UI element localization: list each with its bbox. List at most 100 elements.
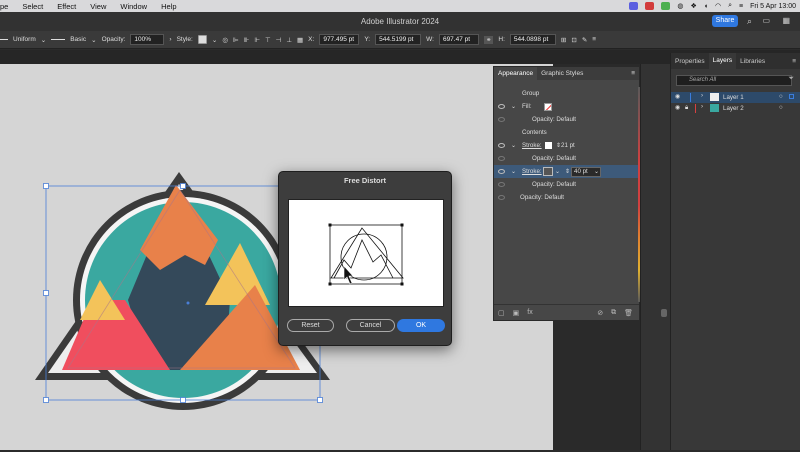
align-right-icon[interactable]: ⊩ (254, 36, 260, 44)
group-opacity[interactable]: Opacity: Default (520, 194, 564, 201)
menu-help[interactable]: Help (154, 2, 183, 11)
add-stroke-icon[interactable]: ▢ (498, 309, 505, 317)
clear-appearance-icon[interactable]: ⊘ (597, 309, 603, 317)
panel-scrollbar[interactable] (638, 87, 640, 302)
selected-indicator[interactable] (789, 94, 794, 99)
stroke-label[interactable]: Stroke: (522, 142, 542, 149)
recolor-icon[interactable]: ◎ (222, 36, 228, 44)
panel-menu-icon[interactable]: ≡ (627, 70, 639, 77)
search-icon[interactable]: ⌕ (728, 2, 732, 10)
arrange-icon[interactable]: ▭ (762, 16, 770, 25)
stroke-weight-1[interactable]: 21 pt (561, 142, 575, 149)
search-icon[interactable]: ⌕ (747, 16, 752, 27)
target-icon[interactable]: ○ (779, 93, 783, 100)
chevron-down-icon[interactable]: ⌄ (594, 168, 599, 175)
fill-row[interactable]: ⌄ Fill: (494, 100, 639, 113)
chevron-down-icon[interactable]: ⌄ (91, 36, 96, 44)
dock-scroll-handle[interactable] (661, 309, 667, 317)
menu-app[interactable]: pe (0, 2, 15, 11)
tab-graphic-styles[interactable]: Graphic Styles (537, 70, 587, 77)
stroke-row-1[interactable]: ⌄ Stroke: ⇕ 21 pt (494, 139, 639, 152)
contents-label[interactable]: Contents (522, 129, 547, 136)
fill-label[interactable]: Fill: (522, 103, 532, 110)
h-input[interactable]: 544.0898 pt (509, 34, 556, 45)
eye-icon[interactable] (498, 117, 505, 122)
w-input[interactable]: 697.47 pt (438, 34, 479, 45)
lock-icon[interactable]: 🔒︎ (685, 104, 688, 112)
layer-row-2[interactable]: ◉ 🔒︎ › Layer 2 ○ (671, 103, 800, 114)
artwork[interactable] (0, 64, 553, 450)
align-middle-icon[interactable]: ⊣ (276, 36, 282, 44)
distort-preview-art[interactable] (289, 200, 445, 308)
eye-icon[interactable]: ◉ (675, 104, 680, 111)
isolate-icon[interactable]: ⊡ (571, 36, 576, 44)
artboard-canvas[interactable] (0, 64, 553, 450)
stroke1-opacity[interactable]: Opacity: Default (532, 155, 576, 162)
add-fill-icon[interactable]: ▣ (513, 309, 520, 317)
cancel-button[interactable]: Cancel (346, 319, 395, 332)
chevron-down-icon[interactable]: ⌄ (511, 103, 516, 110)
brush-definition[interactable]: Basic (70, 36, 86, 43)
eye-icon[interactable] (498, 169, 505, 174)
workspace-icon[interactable]: ▦ (782, 16, 790, 25)
dropbox-icon[interactable]: ❖ (690, 2, 696, 10)
eye-icon[interactable]: ◉ (675, 93, 680, 100)
eye-icon[interactable] (498, 182, 505, 187)
path-icon[interactable]: ✎ (582, 36, 587, 44)
link-icon[interactable]: ⚭ (483, 35, 494, 44)
align-top-icon[interactable]: ⊤ (265, 36, 271, 44)
stroke-row-2[interactable]: ⌄ Stroke: ⌄ ⇕ 40 pt ⌄ (494, 165, 639, 178)
shield-icon[interactable]: ◍ (677, 2, 683, 10)
layer-name[interactable]: Layer 2 (723, 105, 744, 112)
chevron-down-icon[interactable]: ⌄ (41, 36, 46, 44)
share-button[interactable]: Share (712, 15, 738, 27)
style-swatch[interactable] (197, 35, 207, 44)
chevron-right-icon[interactable]: › (169, 36, 171, 43)
chevron-right-icon[interactable]: › (701, 92, 703, 99)
status-green-icon[interactable] (661, 2, 671, 10)
status-app-icon[interactable] (629, 2, 639, 10)
tab-layers[interactable]: Layers (708, 53, 737, 69)
fill-none-swatch[interactable] (544, 102, 552, 111)
tab-libraries[interactable]: Libraries (736, 58, 769, 65)
menu-effect[interactable]: Effect (50, 2, 83, 11)
group-opacity-row[interactable]: Opacity: Default (494, 191, 639, 204)
status-record-icon[interactable] (645, 2, 655, 10)
panel-menu-icon[interactable]: ≡ (592, 36, 596, 43)
eye-icon[interactable] (498, 143, 505, 148)
clock[interactable]: Fri 5 Apr 13:00 (750, 3, 796, 10)
menu-select[interactable]: Select (15, 2, 50, 11)
trash-icon[interactable]: 🗑︎ (624, 309, 639, 317)
reset-button[interactable]: Reset (287, 319, 334, 332)
eye-icon[interactable] (498, 156, 505, 161)
fill-opacity[interactable]: Opacity: Default (532, 116, 576, 123)
ok-button[interactable]: OK (397, 319, 445, 332)
menu-window[interactable]: Window (113, 2, 154, 11)
chevron-down-icon[interactable]: ⌄ (555, 168, 560, 175)
y-input[interactable]: 544.5199 pt (375, 34, 422, 45)
stroke-profile[interactable]: Uniform (13, 36, 36, 43)
add-effect-icon[interactable]: fx (527, 309, 532, 316)
target-icon[interactable]: ○ (779, 104, 783, 111)
control-center-icon[interactable]: ≡ (739, 3, 743, 10)
filter-icon[interactable]: ⏷ (788, 75, 794, 83)
stroke2-opacity[interactable]: Opacity: Default (532, 181, 576, 188)
chevron-down-icon[interactable]: ⌄ (212, 36, 217, 44)
stroke2-opacity-row[interactable]: Opacity: Default (494, 178, 639, 191)
chevron-right-icon[interactable]: › (701, 103, 703, 110)
chevron-down-icon[interactable]: ⌄ (511, 168, 516, 175)
layer-row-1[interactable]: ◉ › Layer 1 ○ (671, 92, 800, 103)
contents-row[interactable]: Contents (494, 126, 639, 139)
tab-appearance[interactable]: Appearance (494, 67, 538, 80)
transform-icon[interactable]: ▦ (297, 36, 303, 44)
align-left-icon[interactable]: ⊫ (233, 36, 239, 44)
duplicate-icon[interactable]: ⧉ (611, 309, 616, 317)
distort-preview[interactable] (288, 199, 444, 307)
stepper-icon[interactable]: ⇕ (565, 168, 570, 175)
chevron-down-icon[interactable]: ⌄ (511, 142, 516, 149)
wifi-icon[interactable]: ◠ (715, 2, 721, 10)
stroke-label[interactable]: Stroke: (522, 168, 542, 175)
stroke1-opacity-row[interactable]: Opacity: Default (494, 152, 639, 165)
tab-properties[interactable]: Properties (671, 58, 709, 65)
reference-point-icon[interactable]: ⊞ (561, 36, 566, 44)
